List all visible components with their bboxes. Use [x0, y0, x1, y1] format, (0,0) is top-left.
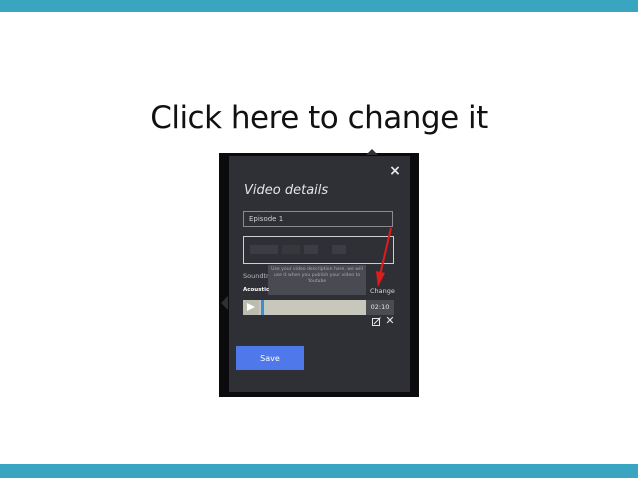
remove-icon[interactable]: ✕ — [385, 315, 395, 326]
blurred-text — [304, 245, 318, 254]
blurred-text — [250, 245, 278, 254]
track-duration: 02:10 — [366, 300, 394, 315]
blurred-text — [332, 245, 346, 254]
bottom-accent-bar — [0, 464, 638, 478]
play-button[interactable] — [243, 300, 259, 315]
video-title-input[interactable] — [243, 211, 393, 227]
dialog-heading: Video details — [244, 183, 329, 198]
edit-icon[interactable] — [372, 317, 381, 326]
save-button[interactable]: Save — [236, 346, 304, 370]
top-accent-bar — [0, 0, 638, 12]
play-icon — [247, 303, 255, 311]
popover-caret — [366, 149, 378, 155]
audio-player: 02:10 — [243, 300, 394, 315]
description-tooltip: Use your video description here, we will… — [268, 265, 366, 295]
close-icon[interactable]: × — [388, 164, 402, 178]
progress-indicator[interactable] — [261, 300, 264, 315]
blurred-text — [282, 245, 300, 254]
change-soundtrack-link[interactable]: Change — [370, 287, 395, 295]
side-notch — [221, 296, 228, 310]
slide-title: Click here to change it — [150, 100, 488, 136]
track-name: Acoustic — [243, 287, 270, 293]
description-textarea[interactable] — [243, 236, 394, 264]
